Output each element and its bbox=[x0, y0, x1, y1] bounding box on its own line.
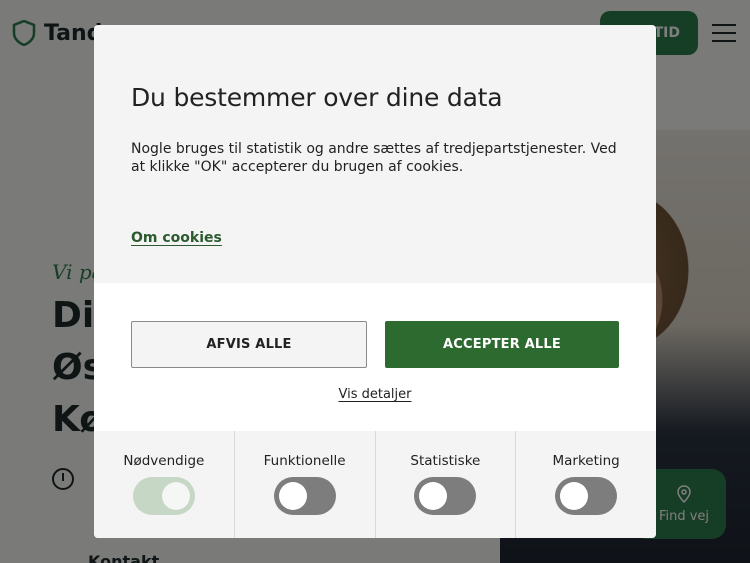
dialog-title: Du bestemmer over dine data bbox=[131, 83, 503, 112]
about-cookies-link[interactable]: Om cookies bbox=[131, 230, 222, 246]
show-details-link[interactable]: Vis detaljer bbox=[94, 387, 656, 402]
category-label: Nødvendige bbox=[123, 453, 205, 469]
category-label: Marketing bbox=[552, 453, 620, 469]
dialog-description: Nogle bruges til statistik og andre sætt… bbox=[131, 141, 617, 175]
cookie-consent-dialog: Du bestemmer over dine data Nogle bruges… bbox=[94, 25, 656, 538]
marketing-toggle[interactable] bbox=[555, 477, 618, 515]
necessary-toggle bbox=[132, 477, 195, 515]
statistics-toggle[interactable] bbox=[414, 477, 477, 515]
category-necessary: Nødvendige bbox=[94, 431, 235, 538]
category-marketing: Marketing bbox=[516, 431, 656, 538]
accept-all-button[interactable]: ACCEPTER ALLE bbox=[385, 321, 619, 368]
cookie-categories: Nødvendige Funktionelle Statistiske Mark… bbox=[94, 431, 656, 538]
category-label: Statistiske bbox=[410, 453, 481, 469]
category-statistics: Statistiske bbox=[376, 431, 517, 538]
reject-all-button[interactable]: AFVIS ALLE bbox=[131, 321, 367, 368]
dialog-actions: AFVIS ALLE ACCEPTER ALLE Vis detaljer bbox=[94, 283, 656, 431]
category-functional: Funktionelle bbox=[235, 431, 376, 538]
category-label: Funktionelle bbox=[263, 453, 346, 469]
functional-toggle[interactable] bbox=[273, 477, 336, 515]
